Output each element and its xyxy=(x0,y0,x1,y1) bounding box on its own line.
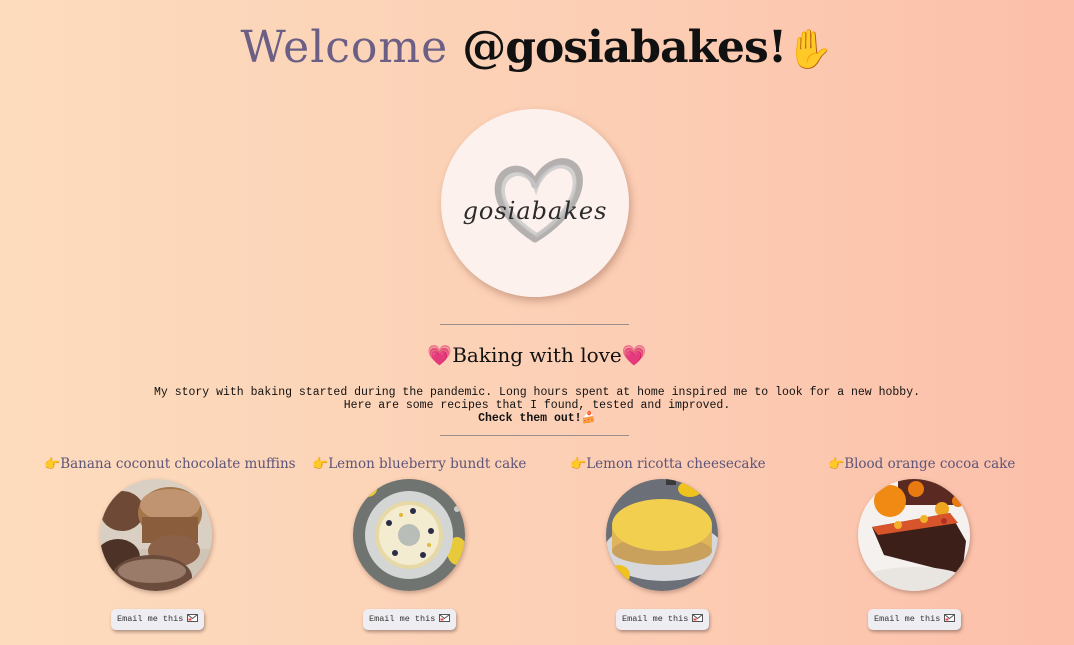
section-subtitle: 💗Baking with love💗 xyxy=(0,341,1074,369)
pointing-hand-icon: 👉 xyxy=(828,457,845,472)
pointing-hand-icon: 👉 xyxy=(570,457,587,472)
email-button-label: Email me this xyxy=(117,614,184,624)
recipe-title-text: Lemon ricotta cheesecake xyxy=(586,456,766,472)
email-button-label: Email me this xyxy=(874,614,941,624)
envelope-icon xyxy=(692,613,704,622)
story-text: My story with baking started during the … xyxy=(0,386,1074,425)
recipe-photo[interactable] xyxy=(858,479,970,591)
story-line-2: Here are some recipes that I found, test… xyxy=(343,399,731,412)
story-line-1: My story with baking started during the … xyxy=(153,386,921,399)
envelope-icon xyxy=(439,613,451,622)
envelope-icon xyxy=(187,613,199,622)
recipe-title-text: Blood orange cocoa cake xyxy=(844,456,1016,472)
recipe-photo[interactable] xyxy=(606,479,718,591)
divider-top xyxy=(440,324,629,325)
heart-icon: 💗 xyxy=(621,343,647,367)
recipe-photo[interactable] xyxy=(100,479,212,591)
logo-text: gosiabakes xyxy=(462,197,608,225)
handle-text: @gosiabakes! xyxy=(462,22,787,73)
pointing-hand-icon: 👉 xyxy=(44,457,61,472)
email-me-button[interactable]: Email me this xyxy=(363,609,457,630)
pointing-hand-icon: 👉 xyxy=(312,457,329,472)
logo: gosiabakes xyxy=(441,109,629,297)
recipe-card: 👉Lemon blueberry bundt cake Email me thi… xyxy=(312,455,572,635)
recipe-title-text: Lemon blueberry bundt cake xyxy=(328,456,527,472)
email-button-label: Email me this xyxy=(369,614,436,624)
email-me-button[interactable]: Email me this xyxy=(111,609,205,630)
call-to-action: Check them out!🍰 xyxy=(0,412,1074,425)
heart-icon: 💗 xyxy=(427,343,453,367)
welcome-text: Welcome xyxy=(240,22,449,73)
waving-hand-icon: ✋ xyxy=(786,27,834,71)
recipe-card: 👉Banana coconut chocolate muffins Email … xyxy=(44,455,304,635)
recipe-title[interactable]: 👉Lemon blueberry bundt cake xyxy=(312,455,526,474)
recipe-title-text: Banana coconut chocolate muffins xyxy=(60,456,296,472)
email-button-label: Email me this xyxy=(622,614,689,624)
cake-slice-icon: 🍰 xyxy=(581,412,596,425)
recipe-title[interactable]: 👉Blood orange cocoa cake xyxy=(828,455,1015,474)
recipe-card: 👉Lemon ricotta cheesecake Email me this xyxy=(570,455,830,635)
recipe-title[interactable]: 👉Lemon ricotta cheesecake xyxy=(570,455,766,474)
subtitle-text: Baking with love xyxy=(452,343,622,367)
divider-bottom xyxy=(440,435,629,436)
recipe-title[interactable]: 👉Banana coconut chocolate muffins xyxy=(44,455,296,474)
recipe-card: 👉Blood orange cocoa cake Email me this xyxy=(828,455,1074,635)
envelope-icon xyxy=(944,613,956,622)
email-me-button[interactable]: Email me this xyxy=(868,609,962,630)
recipe-photo[interactable] xyxy=(353,479,465,591)
email-me-button[interactable]: Email me this xyxy=(616,609,710,630)
page-title: Welcome @gosiabakes!✋ xyxy=(0,22,1074,75)
cta-text: Check them out! xyxy=(478,412,582,425)
